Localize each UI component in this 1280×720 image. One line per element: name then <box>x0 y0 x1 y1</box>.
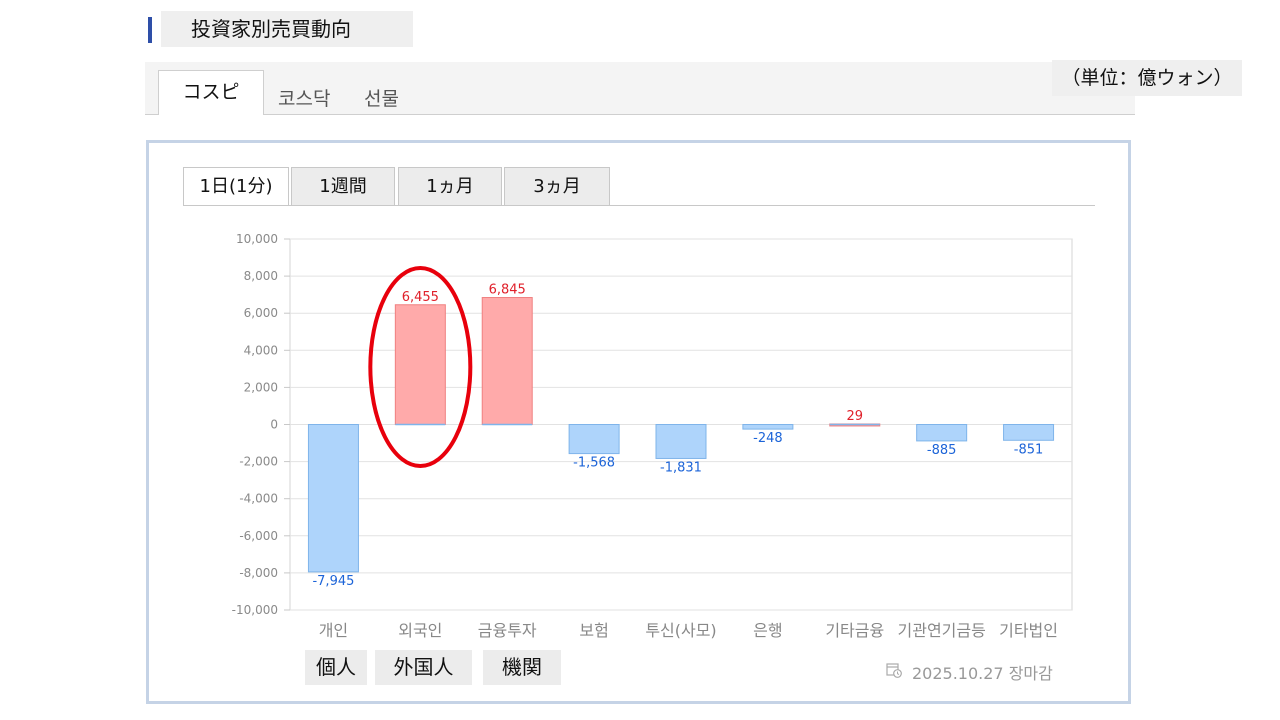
data-label: 6,845 <box>489 283 526 298</box>
data-label: -1,568 <box>573 456 615 471</box>
bar-8 <box>1003 424 1055 441</box>
translation-institution: 機関 <box>483 650 561 685</box>
data-label: -885 <box>927 443 957 458</box>
translation-individual: 個人 <box>305 650 367 685</box>
x-tick-label: 은행 <box>753 621 782 640</box>
x-tick-label: 보험 <box>579 621 608 640</box>
bar-4 <box>655 424 707 459</box>
bar-2 <box>481 297 533 425</box>
bar-3 <box>568 424 620 455</box>
y-tick-label: 2,000 <box>244 380 278 394</box>
y-tick-label: -4,000 <box>239 492 278 506</box>
y-tick-label: 10,000 <box>236 232 278 246</box>
y-tick-label: -6,000 <box>239 529 278 543</box>
x-tick-label: 기타금융 <box>825 621 884 640</box>
data-label: -7,945 <box>312 574 354 589</box>
x-tick-label: 투신(사모) <box>645 621 716 640</box>
data-label: 6,455 <box>402 290 439 305</box>
x-tick-label: 기타법인 <box>999 621 1058 640</box>
x-tick-label: 개인 <box>319 621 348 640</box>
calendar-clock-icon <box>886 663 902 678</box>
x-tick-label: 기관연기금등 <box>898 621 986 640</box>
data-label: 29 <box>847 409 864 424</box>
y-tick-label: -2,000 <box>239 455 278 469</box>
market-close-date: 2025.10.27 장마감 <box>912 664 1053 683</box>
translation-foreigner: 外国人 <box>375 650 472 685</box>
y-tick-label: 4,000 <box>244 343 278 357</box>
bar-1 <box>394 304 446 425</box>
x-tick-label: 금융투자 <box>478 621 537 640</box>
bar-7 <box>916 424 968 442</box>
y-tick-label: 0 <box>270 418 278 432</box>
y-tick-label: 8,000 <box>244 269 278 283</box>
investor-bar-chart: 10,000 8,000 6,000 4,000 2,000 0 -2,000 -4,000 -… <box>232 232 1073 640</box>
y-tick-label: 6,000 <box>244 306 278 320</box>
y-tick-label: -10,000 <box>232 603 278 617</box>
y-tick-label: -8,000 <box>239 566 278 580</box>
x-tick-label: 외국인 <box>398 621 442 640</box>
data-label: -1,831 <box>660 460 702 475</box>
data-label: -248 <box>753 431 783 446</box>
bar-5 <box>742 424 794 430</box>
data-label: -851 <box>1014 442 1044 457</box>
bar-0 <box>307 424 359 573</box>
